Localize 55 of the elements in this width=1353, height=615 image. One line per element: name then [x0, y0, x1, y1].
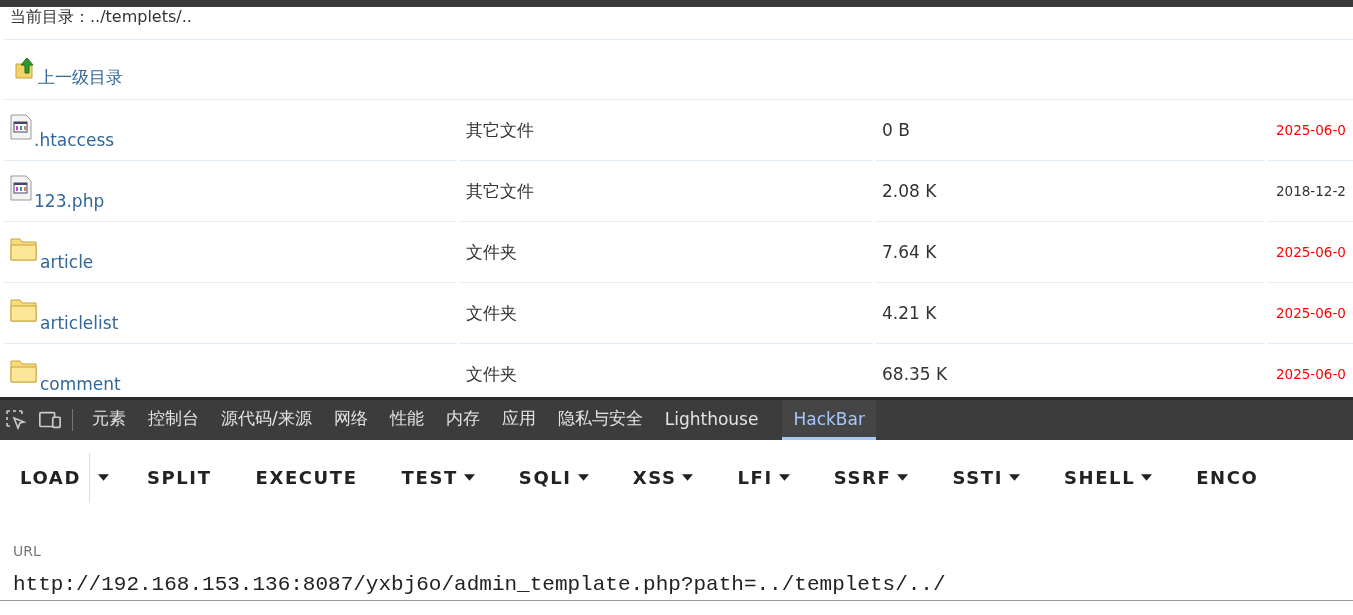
devtools-tab[interactable]: 隐私与安全	[546, 400, 654, 440]
devtools-tab[interactable]: 源代码/来源	[210, 400, 323, 440]
folder-up-icon	[14, 55, 36, 81]
file-type: 文件夹	[466, 240, 517, 264]
hackbar-button[interactable]: XSS	[624, 459, 702, 496]
hackbar-button[interactable]: SQLI	[510, 459, 597, 496]
hackbar-button[interactable]: EXECUTE	[247, 459, 366, 496]
file-type: 文件夹	[466, 301, 517, 325]
file-size: 68.35 K	[882, 364, 948, 384]
file-name-link[interactable]: comment	[40, 374, 121, 394]
modified-date: 2018-12-2	[1276, 183, 1346, 199]
devtools-tab[interactable]: 网络	[322, 400, 379, 440]
inspect-element-icon[interactable]	[4, 409, 28, 431]
file-name-link[interactable]: articlelist	[40, 313, 119, 333]
folder-icon	[10, 358, 38, 384]
file-name-link[interactable]: article	[40, 252, 94, 272]
url-value: http://192.168.153.136:8087/yxbj6o/admin_template.php?path=../templets/../	[13, 573, 947, 596]
hackbar-button[interactable]: SSRF	[825, 459, 917, 496]
caret-icon	[97, 474, 109, 481]
file-type: 其它文件	[466, 118, 534, 142]
device-toolbar-icon[interactable]	[38, 409, 62, 431]
modified-date: 2025-06-0	[1276, 305, 1346, 321]
file-icon	[10, 175, 32, 201]
hackbar-button[interactable]: LOAD	[12, 459, 89, 496]
hackbar-button[interactable]: SHELL	[1055, 459, 1161, 496]
file-size: 4.21 K	[882, 303, 937, 323]
file-size: 0 B	[882, 120, 910, 140]
parent-directory-link[interactable]: 上一级目录	[38, 66, 123, 89]
url-field[interactable]: URL http://192.168.153.136:8087/yxbj6o/admin_template.php?path=../templets/../	[0, 537, 1353, 601]
devtools-tab[interactable]: 控制台	[137, 400, 210, 440]
devtools-tab[interactable]: 应用	[490, 400, 547, 440]
hackbar-button[interactable]: SSTI	[944, 459, 1028, 496]
modified-date: 2025-06-0	[1276, 244, 1346, 260]
file-name-link[interactable]: 123.php	[34, 191, 105, 211]
devtools-tab[interactable]: 元素	[81, 400, 137, 440]
file-type: 其它文件	[466, 179, 534, 203]
folder-icon	[10, 297, 38, 323]
devtools-tab[interactable]: Lighthouse	[653, 400, 770, 440]
file-icon	[10, 114, 32, 140]
hackbar-button[interactable]: TEST	[393, 459, 483, 496]
file-size: 7.64 K	[882, 242, 937, 262]
devtools-tab[interactable]: 内存	[434, 400, 491, 440]
current-directory: 当前目录：../templets/..	[10, 7, 192, 26]
url-label: URL	[13, 543, 42, 559]
modified-date: 2025-06-0	[1276, 366, 1346, 382]
file-size: 2.08 K	[882, 181, 937, 201]
hackbar-button[interactable]: SPLIT	[138, 459, 220, 496]
file-type: 文件夹	[466, 362, 517, 386]
file-name-link[interactable]: .htaccess	[34, 130, 115, 150]
devtools-tab[interactable]: HackBar	[782, 400, 876, 440]
modified-date: 2025-06-0	[1276, 122, 1346, 138]
folder-icon	[10, 236, 38, 262]
hackbar-button[interactable]: LFI	[729, 459, 798, 496]
hackbar-button[interactable]: ENCO	[1188, 459, 1267, 496]
devtools-tab[interactable]: 性能	[378, 400, 435, 440]
